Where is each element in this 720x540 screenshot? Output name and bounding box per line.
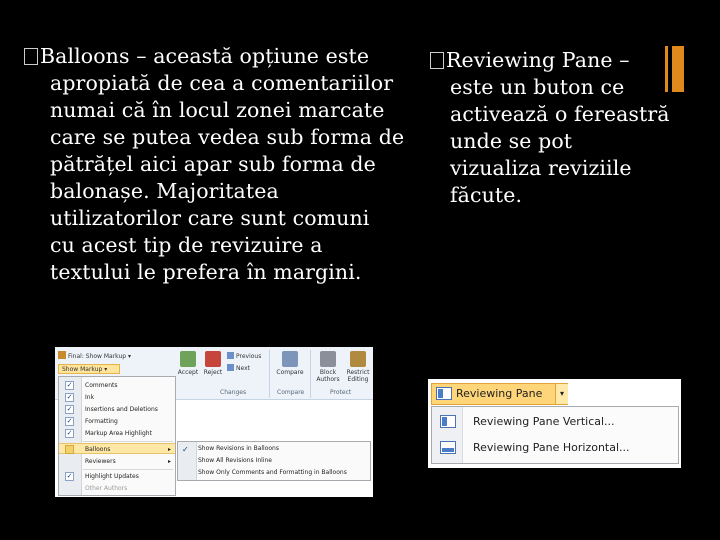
checkmark-icon: ✓ xyxy=(65,472,74,481)
menu-item-insertions-deletions[interactable]: ✓ Insertions and Deletions xyxy=(59,404,175,415)
compare-button[interactable]: Compare xyxy=(273,351,307,376)
menu-item-reviewers[interactable]: Reviewers ▸ xyxy=(59,456,175,467)
text-line: pătrățel aici apar sub forma de xyxy=(50,152,376,176)
pane-horizontal-icon xyxy=(440,441,456,454)
text-line: activează o fereastră xyxy=(450,102,670,126)
next-button[interactable]: Next xyxy=(227,364,250,372)
reviewing-pane-icon xyxy=(436,387,452,400)
checkmark-icon: ✓ xyxy=(65,429,74,438)
checkmark-icon: ✓ xyxy=(65,405,74,414)
chevron-down-icon[interactable]: ▾ xyxy=(555,384,568,404)
menu-item-pane-horizontal[interactable]: Reviewing Pane Horizontal... xyxy=(473,441,630,454)
checkmark-icon: ✓ xyxy=(65,381,74,390)
menu-item-pane-vertical[interactable]: Reviewing Pane Vertical... xyxy=(473,415,615,428)
submenu-item-revisions-in-balloons[interactable]: Show Revisions in Balloons xyxy=(198,445,279,452)
checkmark-icon: ✓ xyxy=(182,445,189,454)
ribbon-separator xyxy=(269,350,270,398)
ribbon-separator xyxy=(310,350,311,398)
menu-item-markup-area-highlight[interactable]: ✓ Markup Area Highlight xyxy=(59,428,175,439)
menu-divider xyxy=(83,469,173,470)
menu-item-balloons[interactable]: Balloons ▸ xyxy=(59,443,175,454)
restrict-editing-icon xyxy=(350,351,366,367)
menu-item-other-authors[interactable]: Other Authors xyxy=(59,483,175,494)
text-line: numai că în locul zonei marcate xyxy=(50,98,385,122)
next-icon xyxy=(227,364,234,371)
block-authors-button[interactable]: Block Authors xyxy=(313,351,343,383)
bullet-icon xyxy=(24,48,38,65)
text-line: balonașe. Majoritatea xyxy=(50,179,279,203)
text-line: unde se pot xyxy=(450,129,573,153)
show-markup-menu: ✓ Comments ✓ Ink ✓ Insertions and Deletions… xyxy=(58,376,176,496)
accept-button[interactable]: Accept xyxy=(175,351,201,376)
submenu-arrow-icon: ▸ xyxy=(167,458,171,465)
balloons-submenu: ✓ Show Revisions in Balloons Show All Re… xyxy=(177,441,371,481)
show-markup-screenshot: Final: Show Markup ▾ Show Markup ▾ Accep… xyxy=(55,347,373,497)
reject-button[interactable]: Reject xyxy=(201,351,225,376)
text-line: utilizatorilor care sunt comuni xyxy=(50,206,370,230)
menu-item-ink[interactable]: ✓ Ink xyxy=(59,392,175,403)
text-line: Balloons – această opțiune este xyxy=(24,43,419,70)
accept-icon xyxy=(180,351,196,367)
text-line: textului le prefera în margini. xyxy=(50,260,362,284)
menu-divider xyxy=(83,441,173,442)
show-markup-button[interactable]: Show Markup ▾ xyxy=(58,364,120,374)
reviewing-pane-screenshot: Reviewing Pane ▾ Reviewing Pane Vertical… xyxy=(428,379,681,468)
text-line: apropiată de cea a comentariilor xyxy=(50,71,394,95)
menu-item-highlight-updates[interactable]: ✓ Highlight Updates xyxy=(59,471,175,482)
checkmark-icon: ✓ xyxy=(65,417,74,426)
checkmark-icon: ✓ xyxy=(65,393,74,402)
reject-icon xyxy=(205,351,221,367)
restrict-editing-button[interactable]: Restrict Editing xyxy=(343,351,373,383)
reviewing-pane-button[interactable]: Reviewing Pane xyxy=(432,384,555,404)
compare-group-label: Compare xyxy=(277,389,305,396)
submenu-item-comments-formatting[interactable]: Show Only Comments and Formatting in Bal… xyxy=(198,469,347,476)
pane-vertical-icon xyxy=(440,415,456,428)
text-line: făcute. xyxy=(450,183,523,207)
menu-item-comments[interactable]: ✓ Comments xyxy=(59,380,175,391)
document-icon xyxy=(58,351,66,359)
protect-group-label: Protect xyxy=(330,389,352,396)
bullet-icon xyxy=(430,52,444,69)
balloons-icon xyxy=(65,445,74,454)
left-text-block: Balloons – această opțiune este apropiat… xyxy=(24,43,419,286)
right-text-block: Reviewing Pane – este un buton ce active… xyxy=(430,47,680,209)
text-line: vizualiza reviziile xyxy=(450,156,632,180)
text-line: Reviewing Pane – xyxy=(430,47,680,74)
text-line: cu acest tip de revizuire a xyxy=(50,233,323,257)
previous-icon xyxy=(227,352,234,359)
submenu-arrow-icon: ▸ xyxy=(167,446,171,453)
block-authors-icon xyxy=(320,351,336,367)
menu-item-formatting[interactable]: ✓ Formatting xyxy=(59,416,175,427)
text-line: care se putea vedea sub forma de xyxy=(50,125,405,149)
changes-group-label: Changes xyxy=(220,389,247,396)
compare-icon xyxy=(282,351,298,367)
submenu-item-revisions-inline[interactable]: Show All Revisions Inline xyxy=(198,457,272,464)
display-for-review-dropdown[interactable]: Final: Show Markup ▾ xyxy=(58,351,131,360)
text-line: este un buton ce xyxy=(450,75,625,99)
reviewing-pane-split-button[interactable]: Reviewing Pane ▾ xyxy=(431,383,568,405)
previous-button[interactable]: Previous xyxy=(227,352,261,360)
reviewing-pane-menu: Reviewing Pane Vertical... Reviewing Pan… xyxy=(431,406,679,464)
